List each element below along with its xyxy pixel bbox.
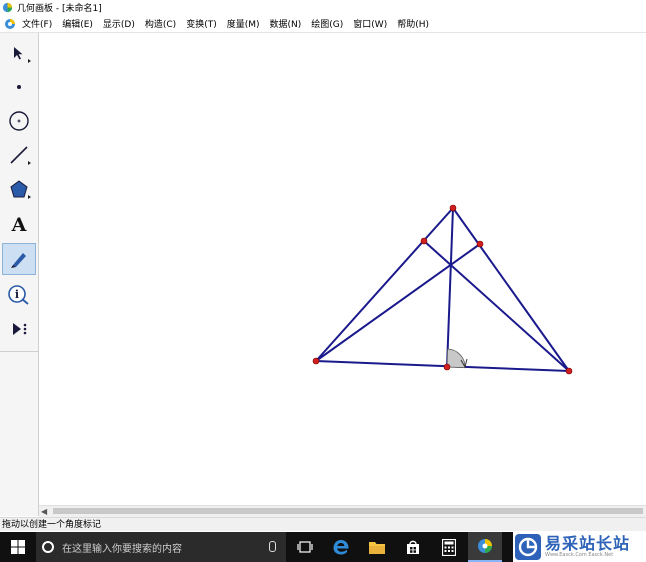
segment-cevian-right[interactable]: [423, 240, 570, 372]
menu-help[interactable]: 帮助(H): [397, 17, 429, 30]
sketch-drawing[interactable]: [39, 33, 646, 505]
toolbox: A i: [0, 33, 39, 516]
point-apex[interactable]: [449, 204, 457, 212]
straightedge-tool-icon: [10, 146, 28, 164]
calculator-button[interactable]: [432, 532, 466, 562]
tool-more-indicator: [28, 161, 31, 165]
tool-marker[interactable]: [2, 243, 36, 275]
menu-construct[interactable]: 构造(C): [145, 17, 176, 30]
tool-more-indicator: [28, 195, 31, 199]
scroll-thumb[interactable]: [53, 508, 643, 514]
point-foot[interactable]: [443, 363, 451, 371]
segment-side-left[interactable]: [315, 207, 454, 362]
angle-mark[interactable]: [446, 348, 466, 369]
sketchpad-app-icon: [2, 2, 13, 13]
menu-measure[interactable]: 度量(M): [227, 17, 260, 30]
point-left-side[interactable]: [420, 237, 428, 245]
site-logo-icon: [515, 533, 541, 560]
tool-text[interactable]: A: [2, 209, 36, 241]
sketchpad-taskbar-button[interactable]: [468, 532, 502, 562]
window-title: 几何画板 - [未命名1]: [17, 4, 102, 14]
menu-graph[interactable]: 绘图(G): [311, 17, 343, 30]
calculator-icon: [442, 538, 456, 556]
menu-data[interactable]: 数据(N): [270, 17, 302, 30]
search-placeholder: 在这里输入你要搜索的内容: [62, 543, 182, 555]
document-icon[interactable]: [4, 18, 16, 30]
taskbar-search-box[interactable]: 在这里输入你要搜索的内容: [36, 532, 286, 562]
compass-tool-icon: [9, 111, 29, 131]
tool-straightedge[interactable]: [2, 139, 36, 171]
windows-start-icon: [11, 540, 25, 554]
microphone-icon[interactable]: [269, 541, 276, 552]
edge-button[interactable]: [324, 532, 358, 562]
menu-file[interactable]: 文件(F): [22, 17, 52, 30]
edge-icon: [333, 540, 349, 555]
point-left[interactable]: [312, 357, 320, 365]
file-explorer-button[interactable]: [360, 532, 394, 562]
title-bar: 几何画板 - [未命名1]: [0, 0, 646, 15]
menu-bar: 文件(F) 编辑(E) 显示(D) 构造(C) 变换(T) 度量(M) 数据(N…: [0, 15, 646, 33]
segment-altitude[interactable]: [446, 207, 454, 368]
tool-arrow[interactable]: [2, 37, 36, 69]
sketchpad-icon: [478, 539, 492, 553]
sketch-canvas[interactable]: [39, 33, 646, 505]
tool-info[interactable]: i: [2, 279, 36, 311]
tool-more-indicator: [28, 59, 31, 63]
watermark-badge: 易采站长站 Www.Easck.Com Easck.Net: [513, 531, 646, 562]
cortana-icon: [42, 541, 54, 553]
segment-side-right[interactable]: [452, 207, 570, 372]
store-icon: [407, 540, 419, 554]
toolbox-divider: [0, 351, 38, 352]
menu-transform[interactable]: 变换(T): [186, 17, 217, 30]
horizontal-scrollbar[interactable]: ◀: [39, 505, 646, 517]
task-view-icon: [297, 541, 313, 553]
arrow-select-icon: [14, 47, 23, 60]
point-right[interactable]: [565, 367, 573, 375]
menu-display[interactable]: 显示(D): [103, 17, 135, 30]
start-button[interactable]: [0, 532, 36, 562]
store-button[interactable]: [396, 532, 430, 562]
point-right-side[interactable]: [476, 240, 484, 248]
segment-base[interactable]: [315, 360, 570, 372]
custom-tool-icon: [13, 323, 27, 335]
menu-window[interactable]: 窗口(W): [353, 17, 387, 30]
tool-custom[interactable]: [2, 313, 36, 345]
tool-point[interactable]: [2, 71, 36, 103]
marker-tool-icon: [11, 253, 26, 268]
file-explorer-icon: [369, 541, 385, 554]
tool-polygon[interactable]: [2, 173, 36, 205]
task-view-button[interactable]: [288, 532, 322, 562]
point-tool-icon: [17, 85, 21, 89]
segment-cevian-left[interactable]: [315, 243, 481, 362]
tool-compass[interactable]: [2, 105, 36, 137]
status-text: 拖动以创建一个角度标记: [2, 520, 102, 530]
site-name: 易采站长站: [545, 533, 631, 553]
menu-edit[interactable]: 编辑(E): [62, 17, 93, 30]
status-bar: 拖动以创建一个角度标记: [0, 517, 646, 531]
info-tool-icon: i: [8, 285, 29, 305]
scroll-left-icon[interactable]: ◀: [41, 507, 47, 516]
text-tool-icon: A: [11, 214, 27, 236]
info-tool-glyph: i: [15, 288, 19, 301]
polygon-tool-icon: [10, 180, 28, 198]
